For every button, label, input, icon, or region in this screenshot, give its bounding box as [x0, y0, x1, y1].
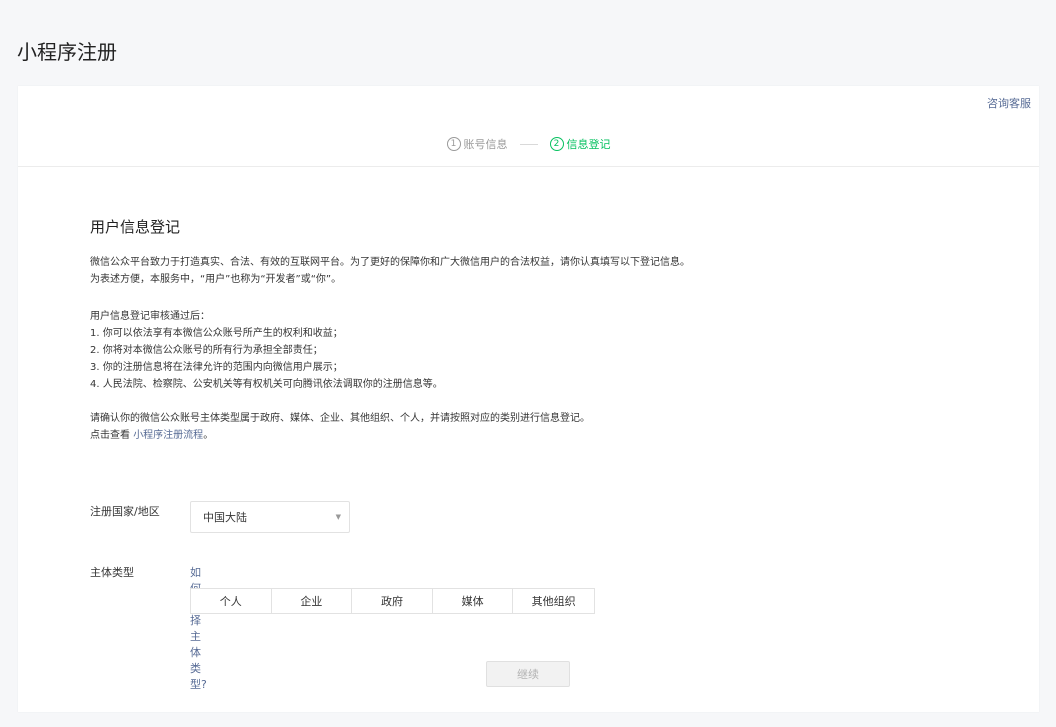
step-connector	[519, 143, 538, 145]
entity-type-tabs: 个人 企业 政府 媒体 其他组织	[190, 588, 595, 614]
entity-type-media[interactable]: 媒体	[432, 589, 514, 613]
entity-type-label: 主体类型	[90, 566, 134, 579]
entity-type-help-link[interactable]: 如何选择主体类型?	[190, 564, 207, 692]
intro-line: 微信公众平台致力于打造真实、合法、有效的互联网平台。为了更好的保障你和广大微信用…	[90, 257, 690, 268]
region-label: 注册国家/地区	[90, 505, 160, 518]
registration-card: 咨询客服 1 账号信息 2 信息登记 用户信息登记 微信公众平台致力于打造真实、…	[18, 86, 1039, 712]
region-select[interactable]: 中国大陆 ▼	[190, 501, 350, 533]
rule-item: 4. 人民法院、检察院、公安机关等有权机关可向腾讯依法调取你的注册信息等。	[90, 379, 443, 390]
rule-item: 1. 你可以依法享有本微信公众账号所产生的权利和收益；	[90, 328, 343, 339]
entity-type-other-org[interactable]: 其他组织	[513, 589, 594, 613]
section-title: 用户信息登记	[90, 218, 181, 236]
step-number-1: 1	[446, 137, 461, 151]
entity-type-enterprise[interactable]: 企业	[271, 589, 353, 613]
entity-type-government[interactable]: 政府	[352, 589, 433, 613]
divider	[18, 166, 1039, 167]
view-suffix: 。	[203, 430, 214, 441]
step-info-registration: 2 信息登记	[549, 136, 611, 152]
entity-type-individual[interactable]: 个人	[191, 589, 272, 613]
rule-item: 3. 你的注册信息将在法律允许的范围内向微信用户展示；	[90, 362, 343, 373]
step-label: 账号信息	[463, 138, 508, 151]
rule-item: 2. 你将对本微信公众账号的所有行为承担全部责任；	[90, 345, 323, 356]
step-indicator: 1 账号信息 2 信息登记	[18, 136, 1039, 152]
view-process-line: 点击查看 小程序注册流程。	[90, 427, 990, 444]
chevron-down-icon: ▼	[335, 513, 341, 521]
region-value: 中国大陆	[203, 511, 247, 524]
step-label: 信息登记	[566, 138, 611, 151]
registration-process-link[interactable]: 小程序注册流程	[133, 430, 203, 441]
intro-line: 为表述方便，本服务中，“用户”也称为“开发者”或“你”。	[90, 274, 342, 285]
continue-button[interactable]: 继续	[486, 661, 570, 687]
page-title: 小程序注册	[17, 40, 117, 64]
step-number-2: 2	[549, 137, 564, 151]
view-prefix: 点击查看	[90, 430, 130, 441]
rules-title: 用户信息登记审核通过后：	[90, 311, 210, 322]
step-account-info: 1 账号信息	[446, 136, 508, 152]
confirm-line: 请确认你的微信公众账号主体类型属于政府、媒体、企业、其他组织、个人，并请按照对应…	[90, 413, 590, 424]
consult-service-link[interactable]: 咨询客服	[987, 95, 1031, 111]
info-section: 用户信息登记 微信公众平台致力于打造真实、合法、有效的互联网平台。为了更好的保障…	[90, 216, 990, 444]
